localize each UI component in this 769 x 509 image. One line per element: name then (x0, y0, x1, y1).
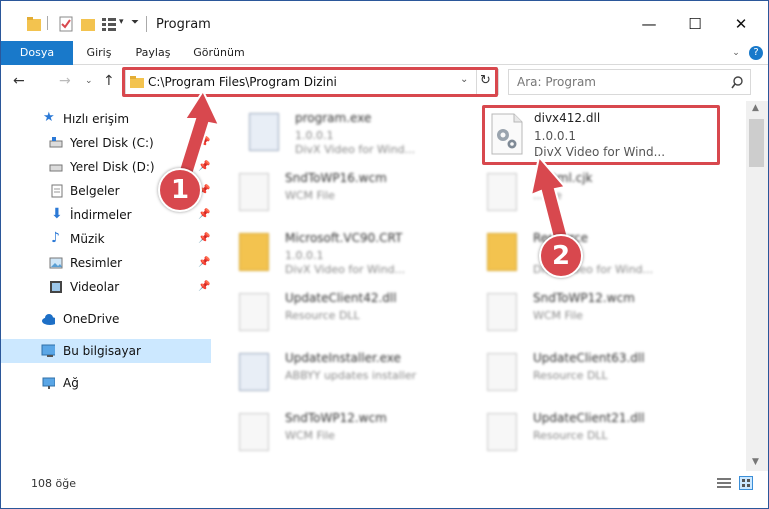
folder-item[interactable]: Microsoft.VC90.CRT 1.0.0.1 DivX Video fo… (211, 225, 451, 285)
view-icon[interactable] (101, 16, 117, 32)
search-box[interactable]: Ara: Program (508, 69, 751, 95)
forward-icon[interactable]: → (59, 73, 71, 89)
search-icon[interactable] (731, 76, 744, 89)
chevron-down-icon[interactable]: ⌄ (460, 74, 468, 85)
sidebar-item-onedrive[interactable]: OneDrive (1, 307, 211, 331)
sidebar-item-music[interactable]: ♪ Müzik 📌 (1, 227, 211, 251)
cloud-icon (42, 314, 55, 325)
file-icon (487, 173, 517, 211)
details-view-icon[interactable] (717, 477, 731, 489)
dll-gear-icon (491, 113, 523, 155)
file-version: 1.0.0.1 (534, 129, 576, 143)
music-icon: ♪ (51, 230, 60, 246)
file-item[interactable]: SndToWP12.wcm WCM File (211, 405, 451, 465)
application-icon (249, 113, 279, 151)
separator (47, 16, 48, 30)
download-icon: ⬇ (51, 206, 63, 222)
scrollbar-thumb[interactable] (749, 119, 764, 167)
file-item[interactable]: SndToWP16.wcm WCM File (211, 165, 451, 225)
dll-file-icon (239, 293, 269, 331)
pin-icon: 📌 (198, 233, 211, 244)
explorer-window: ▾ ⏷ Program — ☐ ✕ Dosya Giriş Paylaş Gör… (0, 0, 769, 509)
separator (476, 70, 477, 94)
file-icon (239, 413, 269, 451)
vertical-scrollbar[interactable]: ▲ ▼ (746, 101, 768, 471)
file-icon (239, 173, 269, 211)
item-count: 108 öğe (31, 477, 76, 490)
properties-icon[interactable] (59, 16, 73, 32)
file-item[interactable]: UpdateInstaller.exe ABBYY updates instal… (211, 345, 451, 405)
network-icon (42, 377, 55, 389)
sidebar-item-this-pc[interactable]: Bu bilgisayar (1, 339, 211, 363)
drive-icon (49, 164, 63, 172)
expand-ribbon-icon[interactable]: ⌄ (729, 41, 743, 65)
dll-file-icon (487, 353, 517, 391)
callout-badge-1: 1 (158, 168, 202, 212)
file-item[interactable]: program.exe 1.0.0.1 DivX Video for Wind.… (221, 105, 461, 165)
scroll-up-icon[interactable]: ▲ (752, 103, 759, 113)
new-folder-icon[interactable] (81, 16, 95, 32)
folder-icon (239, 233, 269, 271)
sidebar-item-pictures[interactable]: Resimler 📌 (1, 251, 211, 275)
dropdown-icon[interactable]: ▾ (119, 17, 124, 33)
sidebar-item-network[interactable]: Ağ (1, 371, 211, 395)
search-input[interactable]: Ara: Program (517, 75, 596, 89)
file-icon (487, 293, 517, 331)
folder-icon (487, 233, 517, 271)
recent-locations-icon[interactable]: ⌄ (85, 76, 93, 86)
back-icon[interactable]: ← (13, 73, 25, 89)
star-icon: ★ (43, 110, 55, 125)
pin-icon: 📌 (198, 281, 211, 292)
help-icon[interactable]: ? (749, 46, 763, 60)
file-item[interactable]: UpdateClient21.dll Resource DLL (459, 405, 699, 465)
scroll-down-icon[interactable]: ▼ (752, 457, 759, 467)
window-title: Program (156, 17, 211, 32)
customize-icon[interactable]: ⏷ (131, 17, 139, 33)
drive-icon (49, 137, 63, 148)
computer-icon (41, 344, 55, 357)
minimize-button[interactable]: — (626, 9, 672, 39)
folder-icon (27, 17, 41, 31)
folder-icon (130, 76, 144, 88)
tab-share[interactable]: Paylaş (125, 41, 181, 65)
pin-icon: 📌 (198, 257, 211, 268)
installer-icon (239, 353, 269, 391)
tab-home[interactable]: Giriş (79, 41, 119, 65)
file-item[interactable]: UpdateClient63.dll Resource DLL (459, 345, 699, 405)
file-item[interactable]: UpdateClient42.dll Resource DLL (211, 285, 451, 345)
sidebar-item-videos[interactable]: Videolar 📌 (1, 275, 211, 299)
file-name: divx412.dll (534, 111, 601, 125)
ribbon-tabs: Dosya Giriş Paylaş Görünüm ⌄ ? (1, 41, 768, 65)
close-button[interactable]: ✕ (718, 9, 764, 39)
document-icon (51, 184, 63, 198)
tab-view[interactable]: Görünüm (187, 41, 251, 65)
tab-file[interactable]: Dosya (1, 41, 73, 65)
file-item[interactable]: SndToWP12.wcm WCM File (459, 285, 699, 345)
up-icon[interactable]: ↑ (103, 73, 115, 89)
title-bar: ▾ ⏷ Program — ☐ ✕ (1, 1, 768, 41)
status-bar: 108 öğe (1, 471, 768, 508)
pictures-icon (49, 257, 63, 269)
video-icon (50, 281, 62, 293)
callout-badge-2: 2 (539, 234, 583, 278)
tiles-view-icon[interactable] (739, 476, 753, 490)
dll-file-icon (487, 413, 517, 451)
separator (146, 16, 147, 32)
refresh-icon[interactable]: ↻ (480, 73, 491, 88)
pin-icon: 📌 (198, 209, 211, 220)
maximize-button[interactable]: ☐ (672, 9, 718, 39)
